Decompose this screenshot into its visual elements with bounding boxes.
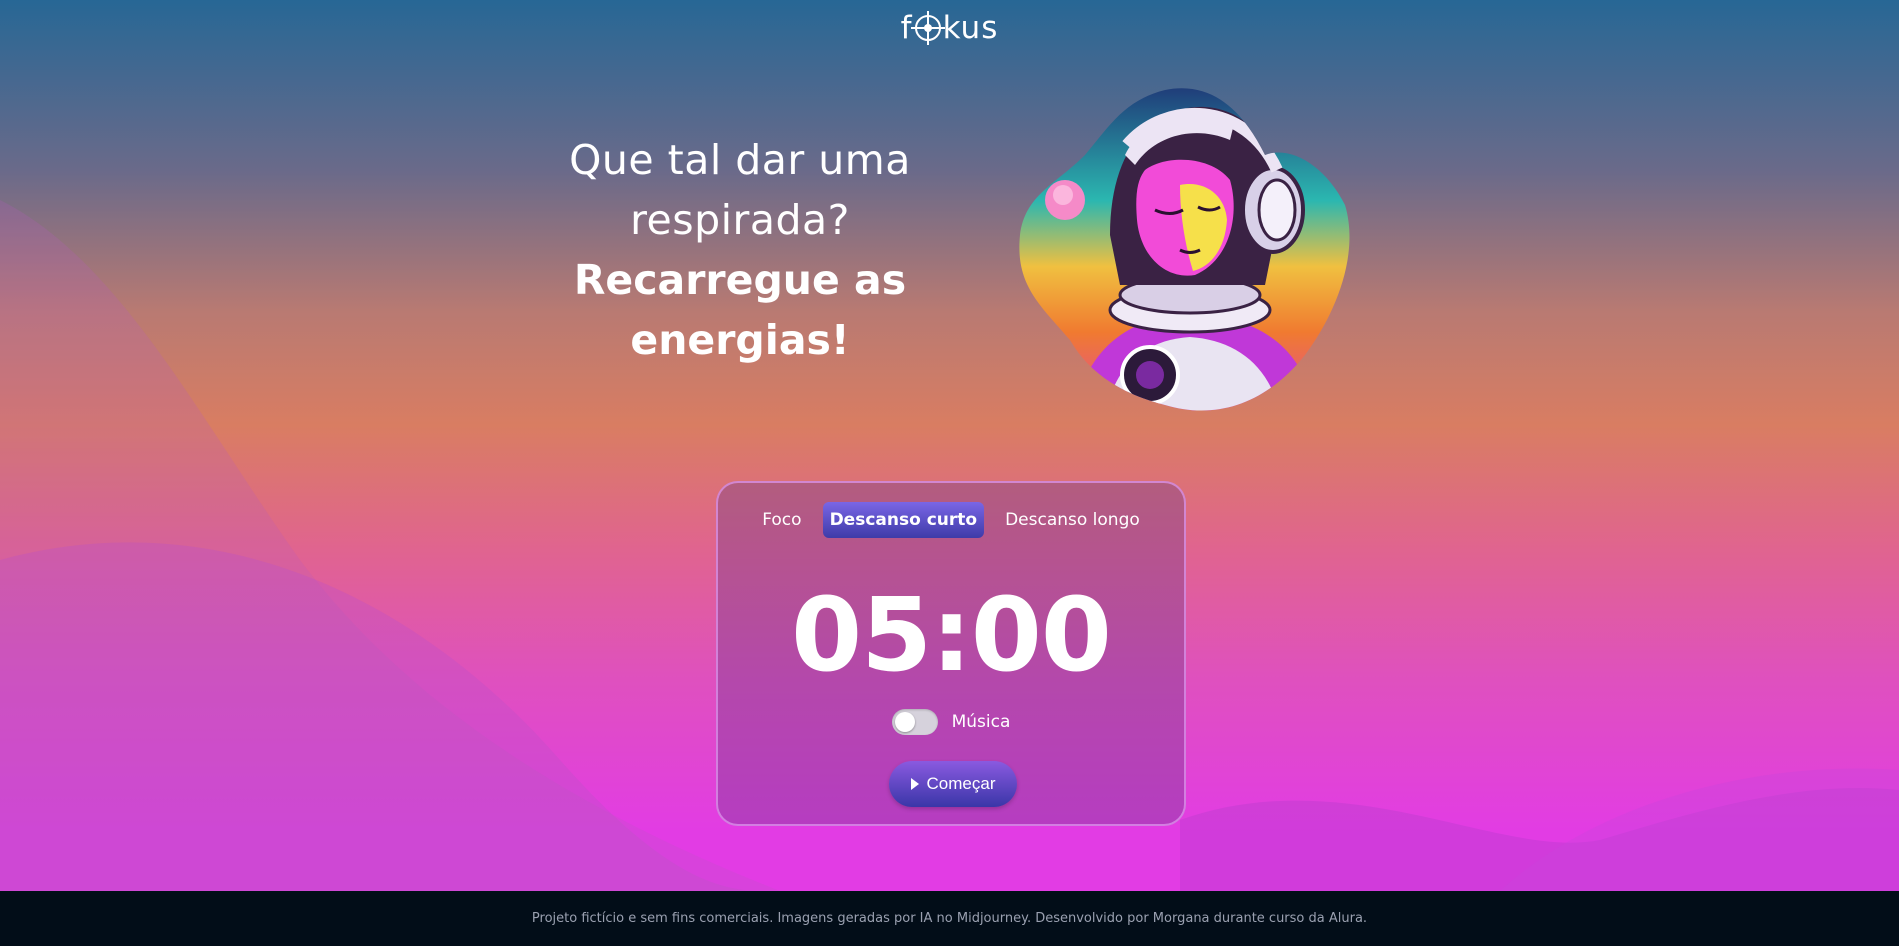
music-toggle[interactable] xyxy=(891,709,938,735)
hero-headline: Que tal dar uma respirada? Recarregue as… xyxy=(540,130,940,370)
start-button-label: Começar xyxy=(926,774,996,793)
start-button[interactable]: Começar xyxy=(889,761,1017,807)
timer-display: 05:00 xyxy=(791,576,1112,695)
timer-card: Foco Descanso curto Descanso longo 05:00… xyxy=(716,481,1186,826)
play-icon xyxy=(910,778,919,790)
toggle-knob xyxy=(894,712,915,732)
tab-descanso-longo[interactable]: Descanso longo xyxy=(998,502,1147,538)
music-label: Música xyxy=(951,712,1011,732)
logo-text-end: kus xyxy=(942,10,999,46)
tab-foco[interactable]: Foco xyxy=(755,502,808,538)
footer-text: Projeto fictício e sem fins comerciais. … xyxy=(531,911,1368,926)
hero-line-3: Recarregue as xyxy=(573,256,907,304)
mode-tabs: Foco Descanso curto Descanso longo xyxy=(718,502,1184,538)
fokus-logo: f kus xyxy=(0,10,1899,46)
hero-line-4: energias! xyxy=(630,316,850,364)
footer: Projeto fictício e sem fins comerciais. … xyxy=(0,891,1899,946)
music-toggle-row: Música xyxy=(718,709,1184,735)
target-icon xyxy=(910,11,945,45)
hero-line-1: Que tal dar uma xyxy=(569,136,911,184)
tab-descanso-curto[interactable]: Descanso curto xyxy=(822,502,985,538)
astronaut-illustration xyxy=(1019,88,1350,411)
hero-line-2: respirada? xyxy=(630,196,850,244)
